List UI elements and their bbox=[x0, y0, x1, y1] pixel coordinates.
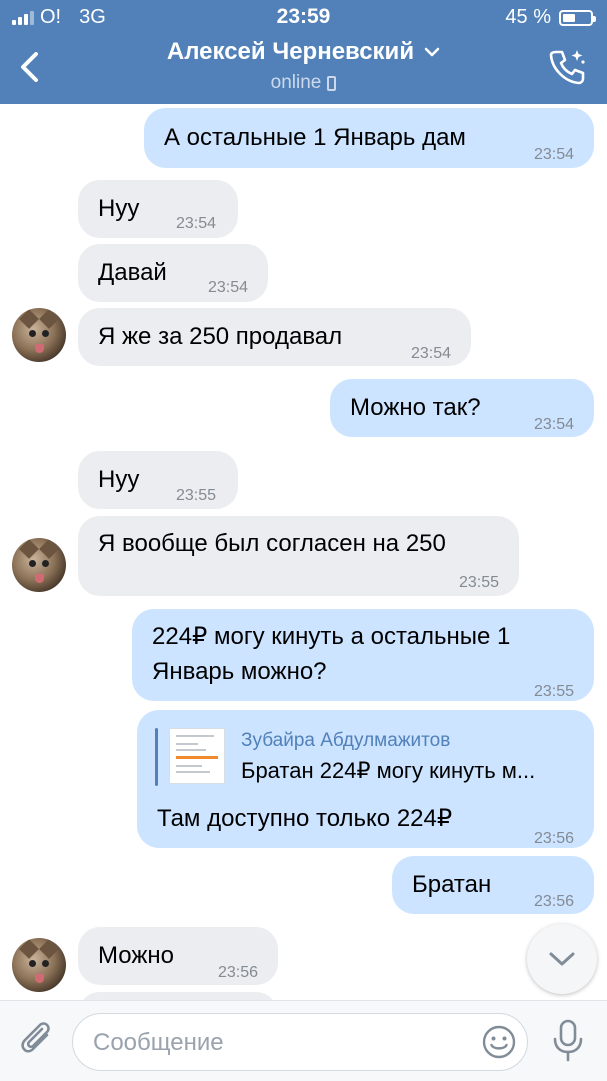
attach-button[interactable] bbox=[18, 1021, 58, 1061]
paperclip-icon bbox=[21, 1022, 50, 1053]
voice-message-button[interactable] bbox=[548, 1019, 588, 1063]
message-time: 23:54 bbox=[175, 215, 216, 232]
phone-icon bbox=[327, 75, 337, 91]
message-text: Нуу bbox=[98, 466, 140, 493]
message-time: 23:54 bbox=[410, 345, 451, 362]
message-bubble-incoming[interactable]: Я вообще был согласен на 250 23:55 bbox=[78, 516, 519, 596]
message-bubble-incoming[interactable]: Давай 23:54 bbox=[78, 244, 268, 302]
message-text: Я же за 250 продавал bbox=[98, 323, 343, 350]
message-bubble-incoming[interactable]: Я же за 250 продавал 23:54 bbox=[78, 308, 471, 366]
message-bubble-incoming-partial[interactable] bbox=[78, 992, 278, 1000]
message-text: Нуу bbox=[98, 195, 140, 222]
message-text: Там доступно только 224₽ bbox=[157, 805, 453, 832]
message-time: 23:54 bbox=[533, 416, 574, 433]
avatar[interactable] bbox=[12, 308, 66, 362]
contact-name: Алексей Черневский bbox=[166, 38, 415, 65]
message-time: 23:54 bbox=[533, 146, 574, 163]
message-time: 23:56 bbox=[217, 964, 258, 981]
message-text-line-1: 224₽ могу кинуть а остальные 1 bbox=[152, 623, 511, 650]
message-time: 23:55 bbox=[458, 574, 499, 591]
chevron-down-icon bbox=[424, 47, 440, 57]
battery-icon bbox=[559, 9, 596, 26]
reply-text: Братан 224₽ могу кинуть м... bbox=[241, 758, 536, 783]
message-list[interactable]: А остальные 1 Январь дам 23:54 Нуу 23:54… bbox=[0, 104, 607, 1000]
message-time: 23:56 bbox=[533, 893, 574, 910]
chat-title-button[interactable]: Алексей Черневский online bbox=[0, 38, 607, 94]
message-bubble-incoming[interactable]: Можно 23:56 bbox=[78, 927, 278, 985]
message-text: Братан bbox=[412, 871, 492, 898]
reply-bar bbox=[155, 728, 158, 786]
message-bubble-outgoing[interactable]: Зубайра Абдулмажитов Братан 224₽ могу ки… bbox=[137, 710, 594, 848]
call-icon bbox=[549, 50, 585, 85]
emoji-icon bbox=[482, 1025, 516, 1059]
status-bar: O! 3G 23:59 45 % bbox=[0, 0, 607, 34]
message-text: Я вообще был согласен на 250 bbox=[98, 530, 446, 557]
call-button[interactable] bbox=[547, 46, 587, 86]
message-text: Можно bbox=[98, 942, 174, 969]
message-bubble-outgoing[interactable]: Братан 23:56 bbox=[392, 856, 594, 914]
status-right: 45 % bbox=[505, 6, 596, 29]
microphone-icon bbox=[553, 1019, 583, 1062]
online-status: online bbox=[271, 72, 337, 94]
message-input-box[interactable] bbox=[72, 1013, 528, 1071]
avatar[interactable] bbox=[12, 538, 66, 592]
scroll-down-button[interactable] bbox=[527, 924, 597, 994]
message-time: 23:55 bbox=[175, 487, 216, 504]
chat-header: O! 3G 23:59 45 % Алексей Черневский onli… bbox=[0, 0, 607, 104]
message-bubble-outgoing[interactable]: А остальные 1 Январь дам 23:54 bbox=[144, 108, 594, 168]
avatar[interactable] bbox=[12, 938, 66, 992]
message-time: 23:54 bbox=[207, 279, 248, 296]
message-bubble-incoming[interactable]: Нуу 23:55 bbox=[78, 451, 238, 509]
message-input[interactable] bbox=[91, 1024, 475, 1062]
message-time: 23:55 bbox=[533, 683, 574, 700]
message-text-line-2: Январь можно? bbox=[152, 658, 327, 685]
reply-author: Зубайра Абдулмажитов bbox=[241, 730, 451, 751]
battery-percent: 45 % bbox=[505, 6, 551, 28]
message-bubble-outgoing[interactable]: 224₽ могу кинуть а остальные 1 Январь мо… bbox=[132, 609, 594, 701]
scroll-down-chevron-icon bbox=[549, 952, 575, 966]
message-text: Можно так? bbox=[350, 394, 481, 421]
battery-fill bbox=[563, 13, 575, 22]
message-composer bbox=[0, 1000, 607, 1081]
chat-title: Алексей Черневский bbox=[167, 38, 440, 66]
message-text: Давай bbox=[98, 259, 167, 286]
reply-thumbnail[interactable] bbox=[169, 728, 225, 784]
online-label: online bbox=[270, 72, 322, 93]
message-text: А остальные 1 Январь дам bbox=[164, 124, 466, 151]
message-bubble-incoming[interactable]: Нуу 23:54 bbox=[78, 180, 238, 238]
message-bubble-outgoing[interactable]: Можно так? 23:54 bbox=[330, 379, 594, 437]
message-time: 23:56 bbox=[533, 830, 574, 847]
emoji-button[interactable] bbox=[481, 1024, 517, 1060]
